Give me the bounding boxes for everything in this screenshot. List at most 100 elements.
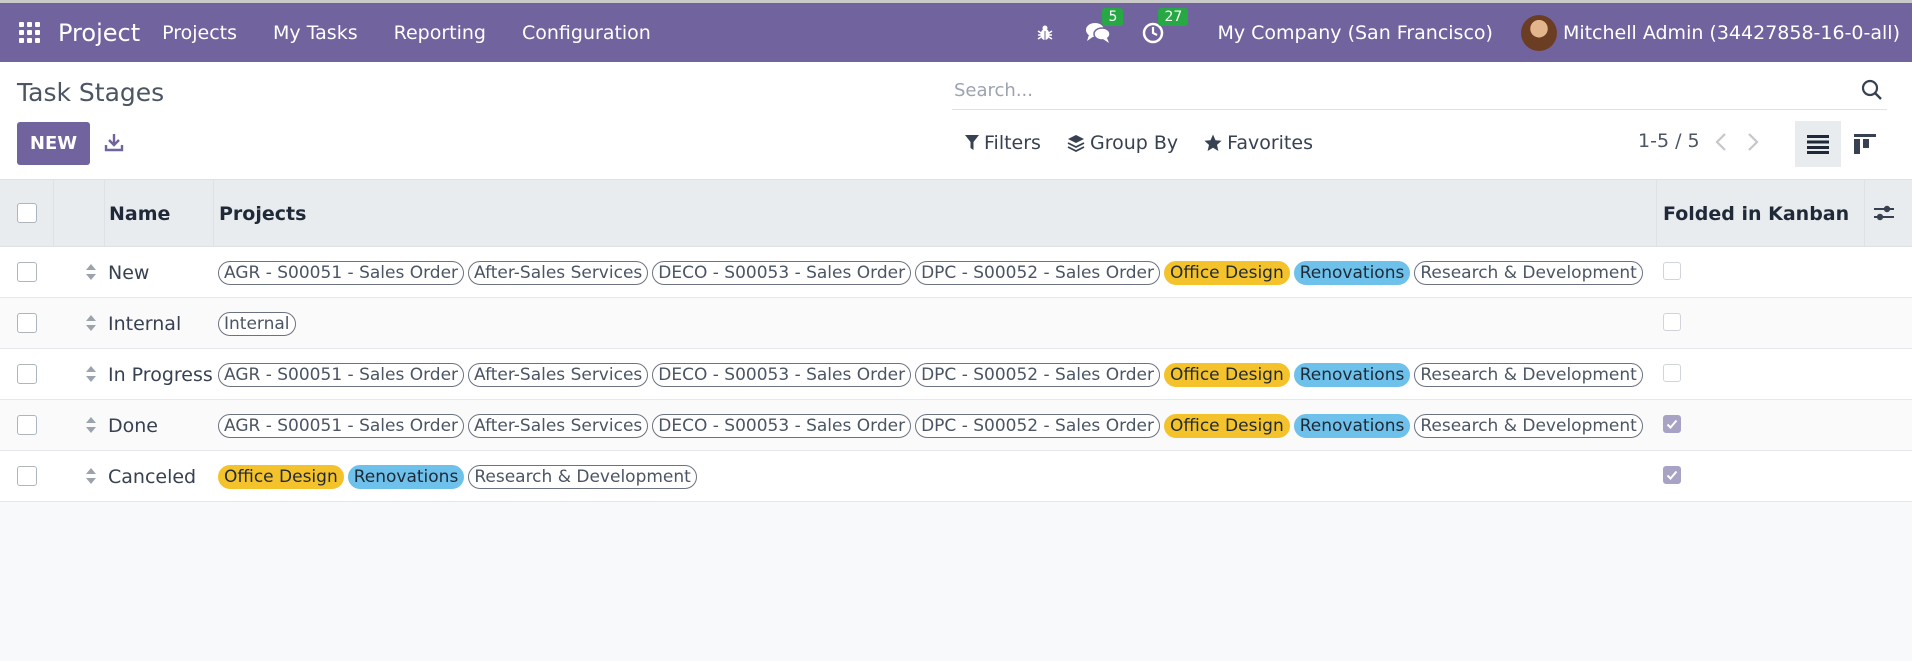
project-tag: DECO - S00053 - Sales Order	[652, 362, 912, 387]
drag-handle-icon[interactable]	[85, 466, 97, 486]
folded-checkbox-checked	[1663, 415, 1681, 433]
new-button[interactable]: NEW	[17, 122, 90, 165]
activities-button[interactable]: 27	[1141, 7, 1189, 45]
star-icon	[1204, 134, 1222, 151]
favorites-button[interactable]: Favorites	[1204, 132, 1313, 154]
stage-name[interactable]: New	[108, 247, 149, 298]
project-tag: Research & Development	[1414, 260, 1643, 285]
projects-tags[interactable]: Office Design Renovations Research & Devel…	[218, 451, 701, 502]
folded-checkbox	[1663, 262, 1681, 280]
drag-handle-icon[interactable]	[85, 262, 97, 282]
column-header-name[interactable]: Name	[109, 180, 170, 247]
kanban-icon	[1854, 134, 1876, 154]
project-tag: DPC - S00052 - Sales Order	[915, 413, 1161, 438]
filters-label: Filters	[984, 132, 1041, 154]
project-tag: DECO - S00053 - Sales Order	[652, 260, 912, 285]
filter-icon	[965, 135, 979, 150]
stage-name[interactable]: In Progress	[108, 349, 213, 400]
stage-name[interactable]: Done	[108, 400, 158, 451]
project-tag: DPC - S00052 - Sales Order	[915, 260, 1161, 285]
chevron-left-icon[interactable]	[1714, 132, 1728, 152]
menu-configuration[interactable]: Configuration	[522, 22, 651, 44]
project-tag: Renovations	[347, 464, 465, 489]
project-tag: DPC - S00052 - Sales Order	[915, 362, 1161, 387]
project-tag: Office Design	[1164, 260, 1290, 285]
projects-tags[interactable]: AGR - S00051 - Sales Order After-Sales Se…	[218, 400, 1647, 451]
projects-tags[interactable]: AGR - S00051 - Sales Order After-Sales Se…	[218, 247, 1647, 298]
table-row[interactable]: Internal Internal	[0, 298, 1912, 349]
project-tag: Renovations	[1293, 260, 1411, 285]
project-tag: AGR - S00051 - Sales Order	[218, 362, 465, 387]
search-input[interactable]	[954, 76, 1844, 104]
table-row[interactable]: In Progress AGR - S00051 - Sales Order Aft…	[0, 349, 1912, 400]
stage-name[interactable]: Canceled	[108, 451, 196, 502]
project-tag: Research & Development	[1414, 413, 1643, 438]
list-icon	[1807, 135, 1829, 154]
drag-handle-icon[interactable]	[85, 415, 97, 435]
user-avatar[interactable]	[1520, 14, 1557, 51]
row-checkbox[interactable]	[17, 364, 37, 384]
project-tag: DECO - S00053 - Sales Order	[652, 413, 912, 438]
table-row[interactable]: New AGR - S00051 - Sales Order After-Sales…	[0, 247, 1912, 298]
table-row[interactable]: Canceled Office Design Renovations Research…	[0, 451, 1912, 502]
folded-checkbox	[1663, 313, 1681, 331]
project-tag: AGR - S00051 - Sales Order	[218, 413, 465, 438]
layers-icon	[1067, 135, 1085, 152]
company-switcher[interactable]: My Company (San Francisco)	[1217, 22, 1492, 44]
group-by-label: Group By	[1089, 132, 1179, 154]
stage-name[interactable]: Internal	[108, 298, 181, 349]
project-tag: After-Sales Services	[468, 362, 649, 387]
messages-button[interactable]: 5	[1085, 7, 1124, 45]
menu-projects[interactable]: Projects	[162, 22, 237, 44]
user-menu[interactable]: Mitchell Admin (34427858-16-0-all)	[1563, 22, 1900, 44]
menu-reporting[interactable]: Reporting	[394, 22, 486, 44]
search-options: Filters Group By Favorites	[965, 132, 1339, 154]
app-brand[interactable]: Project	[58, 19, 140, 47]
drag-handle-icon[interactable]	[85, 364, 97, 384]
table-header: Name Projects Folded in Kanban	[0, 180, 1912, 247]
folded-checkbox-checked	[1663, 466, 1681, 484]
messages-badge: 5	[1102, 7, 1124, 26]
row-checkbox[interactable]	[17, 262, 37, 282]
download-icon[interactable]	[104, 132, 124, 152]
group-by-button[interactable]: Group By	[1067, 132, 1178, 154]
list-view-button[interactable]	[1795, 121, 1841, 167]
select-all-checkbox[interactable]	[17, 203, 37, 223]
row-checkbox[interactable]	[17, 313, 37, 333]
kanban-view-button[interactable]	[1842, 121, 1888, 167]
table-row[interactable]: Done AGR - S00051 - Sales Order After-Sale…	[0, 400, 1912, 451]
chevron-right-icon[interactable]	[1746, 132, 1760, 152]
project-tag: After-Sales Services	[468, 260, 649, 285]
drag-handle-icon[interactable]	[85, 313, 97, 333]
row-checkbox[interactable]	[17, 466, 37, 486]
folded-checkbox	[1663, 364, 1681, 382]
column-settings-icon[interactable]	[1873, 203, 1895, 223]
project-tag: Renovations	[1293, 413, 1411, 438]
favorites-label: Favorites	[1227, 132, 1313, 154]
projects-tags[interactable]: Internal	[218, 298, 300, 349]
project-tag: Office Design	[1164, 362, 1290, 387]
project-tag: AGR - S00051 - Sales Order	[218, 260, 465, 285]
project-tag: Internal	[218, 311, 296, 336]
systray: 5 27 My Company (San Francisco) Mitchell…	[1035, 3, 1912, 62]
row-checkbox[interactable]	[17, 415, 37, 435]
menu-my-tasks[interactable]: My Tasks	[273, 22, 358, 44]
page-title: Task Stages	[17, 78, 165, 107]
stages-table: Name Projects Folded in Kanban New AGR - …	[0, 180, 1912, 502]
project-tag: After-Sales Services	[468, 413, 649, 438]
project-tag: Office Design	[218, 464, 344, 489]
apps-menu-icon[interactable]	[19, 21, 41, 44]
search-bar	[952, 72, 1887, 110]
projects-tags[interactable]: AGR - S00051 - Sales Order After-Sales Se…	[218, 349, 1647, 400]
project-tag: Office Design	[1164, 413, 1290, 438]
project-tag: Research & Development	[1414, 362, 1643, 387]
column-header-projects[interactable]: Projects	[219, 180, 306, 247]
table-body: New AGR - S00051 - Sales Order After-Sales…	[0, 247, 1912, 502]
pager-value[interactable]: 1-5 / 5	[1638, 130, 1700, 152]
column-header-folded[interactable]: Folded in Kanban	[1663, 180, 1849, 247]
filters-button[interactable]: Filters	[965, 132, 1041, 154]
control-panel: Task Stages NEW Filters Group By	[0, 62, 1912, 180]
activities-badge: 27	[1158, 7, 1189, 26]
bug-icon[interactable]	[1035, 23, 1055, 43]
search-icon[interactable]	[1861, 79, 1883, 101]
